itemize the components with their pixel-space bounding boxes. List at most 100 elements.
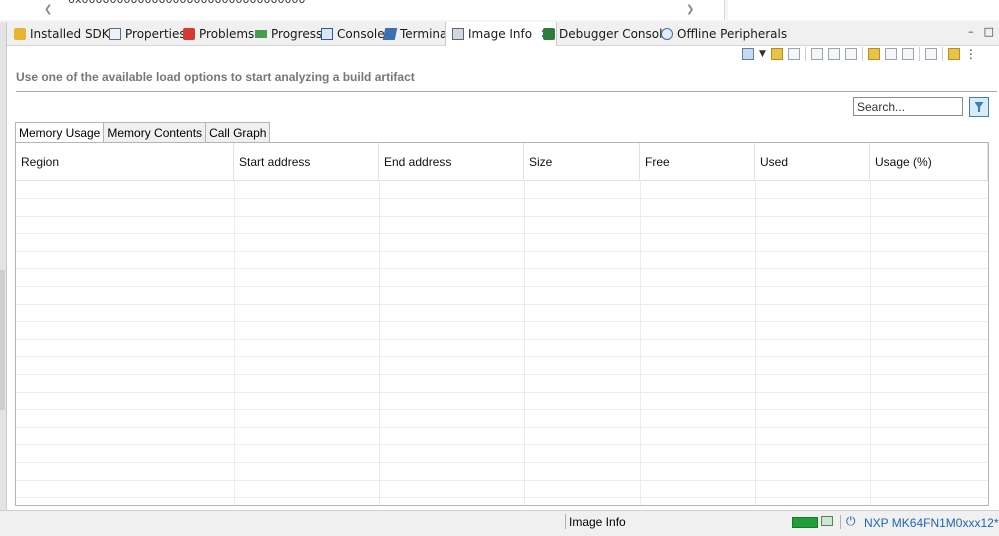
tab-terminal[interactable]: Terminal bbox=[382, 22, 451, 45]
column-divider bbox=[524, 180, 525, 505]
side-editor-area bbox=[728, 0, 999, 20]
tab-image-info[interactable]: Image Info ✕ bbox=[445, 22, 558, 46]
search-input[interactable] bbox=[853, 97, 963, 116]
offline-peripherals-icon bbox=[661, 27, 673, 40]
load-hint: Use one of the available load options to… bbox=[16, 70, 415, 84]
table-row bbox=[16, 321, 988, 322]
tab-installed-sdks[interactable]: Installed SDKs bbox=[14, 22, 116, 45]
load-artifact-icon[interactable] bbox=[742, 48, 754, 60]
tab-label: Debugger Console bbox=[559, 26, 670, 41]
subtab-memory-contents[interactable]: Memory Contents bbox=[103, 122, 207, 142]
tab-properties[interactable]: Properties bbox=[109, 22, 186, 45]
tab-label: Terminal bbox=[400, 26, 451, 41]
binary-icon[interactable] bbox=[827, 48, 840, 60]
tab-console[interactable]: Console bbox=[321, 22, 385, 45]
table-row bbox=[16, 356, 988, 357]
column-header-start-address[interactable]: Start address bbox=[234, 143, 379, 180]
status-separator bbox=[840, 515, 841, 529]
column-header-region[interactable]: Region bbox=[16, 143, 234, 180]
table-row bbox=[16, 497, 988, 498]
column-header-used[interactable]: Used bbox=[755, 143, 870, 180]
table-row bbox=[16, 409, 988, 410]
status-view-name: Image Info bbox=[569, 515, 626, 529]
column-header-size[interactable]: Size bbox=[524, 143, 640, 180]
column-divider bbox=[234, 180, 235, 505]
power-icon[interactable]: ⏻ bbox=[846, 514, 856, 529]
image-info-icon bbox=[452, 28, 464, 40]
status-separator bbox=[565, 514, 566, 529]
connection-icon[interactable] bbox=[821, 516, 833, 526]
tab-label: Console bbox=[337, 26, 385, 41]
tab-offline-peripherals[interactable]: Offline Peripherals bbox=[661, 22, 787, 45]
properties-icon bbox=[109, 27, 121, 40]
view-controls: – □ bbox=[968, 25, 994, 38]
table-row bbox=[16, 374, 988, 375]
grid-icon[interactable] bbox=[884, 48, 897, 60]
table-row bbox=[16, 216, 988, 217]
memory-usage-table: Region Start address End address Size Fr… bbox=[15, 142, 989, 506]
tab-label: Properties bbox=[125, 26, 186, 41]
layout-icon[interactable] bbox=[901, 48, 914, 60]
column-divider bbox=[755, 180, 756, 505]
column-divider bbox=[379, 180, 380, 505]
image-info-subtabs: Memory Usage Memory Contents Call Graph bbox=[15, 122, 271, 143]
subtab-call-graph[interactable]: Call Graph bbox=[205, 122, 271, 142]
table-row bbox=[16, 480, 988, 481]
table-row bbox=[16, 392, 988, 393]
problems-icon bbox=[183, 27, 195, 40]
tab-debugger-console[interactable]: Debugger Console bbox=[543, 22, 670, 45]
image-info-view: Installed SDKs Properties Problems Progr… bbox=[6, 22, 999, 510]
tab-problems[interactable]: Problems bbox=[183, 22, 254, 45]
horizontal-scrollbar[interactable]: ❮ ❯ bbox=[0, 4, 705, 17]
view-toolbar: ▼ ⋮ bbox=[742, 47, 977, 61]
link-icon[interactable] bbox=[787, 48, 800, 60]
table-row bbox=[16, 444, 988, 445]
sdk-icon bbox=[14, 27, 26, 40]
table-row bbox=[16, 268, 988, 269]
table-row bbox=[16, 304, 988, 305]
toolbar-separator bbox=[861, 47, 863, 61]
tab-label: Installed SDKs bbox=[30, 26, 116, 41]
subtab-memory-usage[interactable]: Memory Usage bbox=[15, 122, 105, 143]
minimize-icon[interactable]: – bbox=[968, 25, 974, 38]
column-header-usage-percent[interactable]: Usage (%) bbox=[870, 143, 988, 180]
tab-progress[interactable]: Progress bbox=[255, 22, 322, 45]
console-icon bbox=[321, 27, 333, 40]
progress-icon bbox=[255, 29, 267, 38]
new-window-icon[interactable] bbox=[947, 48, 960, 60]
status-device-link[interactable]: NXP MK64FN1M0xxx12* (M bbox=[864, 516, 999, 530]
divider bbox=[16, 91, 997, 92]
tools-icon[interactable] bbox=[844, 48, 857, 60]
editor-area: 0x00000000000000000000000000000000 ❮ ❯ bbox=[0, 0, 725, 20]
table-row bbox=[16, 427, 988, 428]
filter-icon bbox=[974, 102, 984, 112]
chevron-down-icon[interactable]: ▼ bbox=[759, 49, 766, 59]
scroll-right-icon[interactable]: ❯ bbox=[686, 4, 694, 15]
toolbar-separator bbox=[941, 47, 943, 61]
view-tab-bar: Installed SDKs Properties Problems Progr… bbox=[7, 22, 999, 46]
table-header: Region Start address End address Size Fr… bbox=[16, 143, 988, 181]
open-folder-icon[interactable] bbox=[770, 48, 783, 60]
table-row bbox=[16, 198, 988, 199]
memory-indicator[interactable] bbox=[792, 517, 818, 528]
toolbar-separator bbox=[804, 47, 806, 61]
view-menu-icon[interactable]: ⋮ bbox=[965, 47, 977, 61]
maximize-icon[interactable]: □ bbox=[984, 25, 994, 38]
column-header-free[interactable]: Free bbox=[640, 143, 755, 180]
tab-label: Problems bbox=[199, 26, 255, 41]
copy-icon[interactable] bbox=[924, 48, 937, 60]
filter-button[interactable] bbox=[969, 97, 989, 117]
image-icon[interactable] bbox=[867, 48, 880, 60]
table-row bbox=[16, 251, 988, 252]
tab-label: Progress bbox=[271, 26, 323, 41]
document-icon[interactable] bbox=[810, 48, 823, 60]
table-row bbox=[16, 339, 988, 340]
scroll-left-icon[interactable]: ❮ bbox=[44, 4, 52, 15]
debugger-console-icon bbox=[543, 27, 555, 40]
tab-label: Image Info bbox=[468, 27, 533, 41]
column-divider bbox=[640, 180, 641, 505]
toolbar-separator bbox=[918, 47, 920, 61]
column-header-end-address[interactable]: End address bbox=[379, 143, 524, 180]
table-row bbox=[16, 462, 988, 463]
left-gutter-marker bbox=[0, 270, 5, 410]
